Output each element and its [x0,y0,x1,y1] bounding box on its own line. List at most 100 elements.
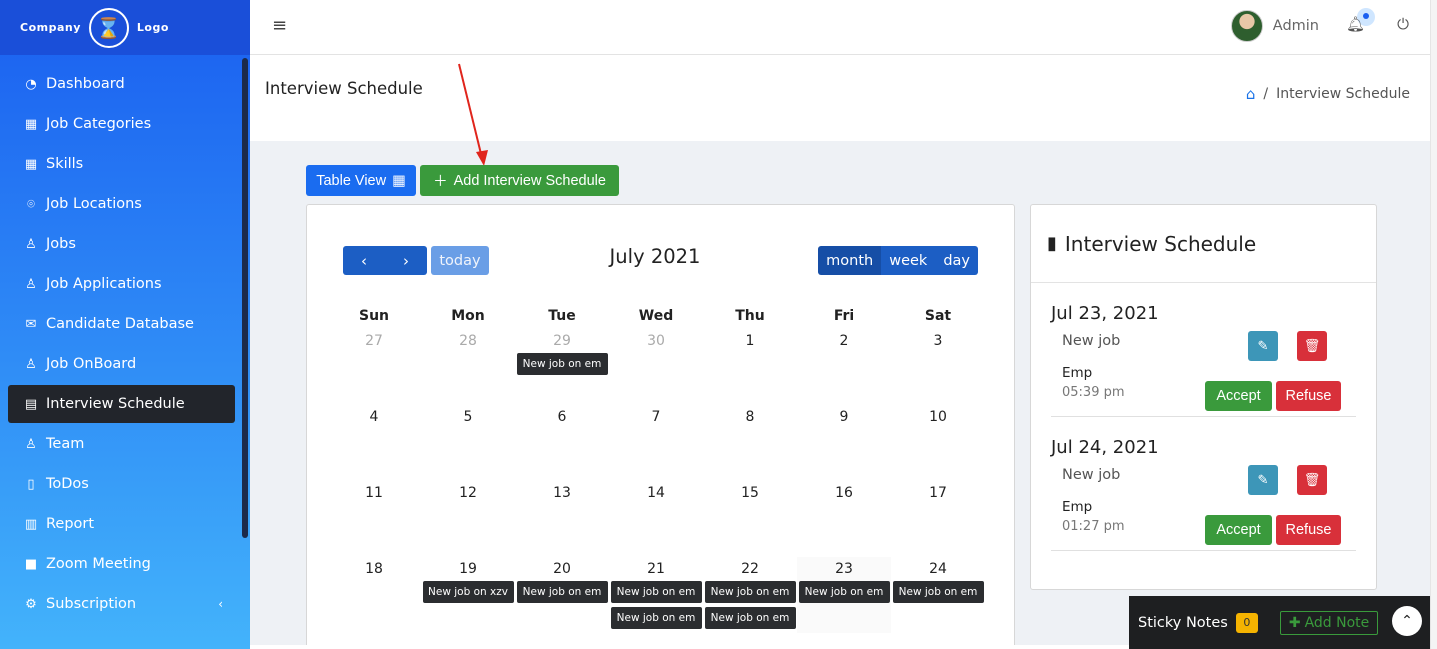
sidebar-item-jobs[interactable]: ♙ Jobs [8,225,235,263]
calendar-card: ‹ › today July 2021 month week day Sun Mo… [306,204,1015,649]
accept-button[interactable]: Accept [1205,381,1272,411]
calendar-event[interactable]: New job on em [516,353,608,375]
accept-button[interactable]: Accept [1205,515,1272,545]
sidebar-item-job-locations[interactable]: ⌾ Job Locations [8,185,235,223]
add-interview-schedule-button[interactable]: ＋ Add Interview Schedule [420,165,619,196]
sidebar-item-team[interactable]: ♙ Team [8,425,235,463]
add-note-button[interactable]: ✚ Add Note [1279,610,1379,635]
sidebar-item-report[interactable]: ▥ Report [8,505,235,543]
day-number: 11 [365,485,383,501]
calendar-day-cell[interactable]: 7 [609,405,703,481]
calendar-event[interactable]: New job on em [610,607,702,629]
grid-icon: ▦ [24,116,38,132]
table-view-button[interactable]: Table View ▦ [306,165,416,196]
calendar-event[interactable]: New job on em [892,581,984,603]
trash-icon: 🗑︎ [1303,338,1321,353]
calendar-day-cell[interactable]: 19 New job on xzv [421,557,515,633]
sidebar-item-job-categories[interactable]: ▦ Job Categories [8,105,235,143]
view-week-button[interactable]: week [881,246,936,275]
sidebar-scrollbar[interactable] [242,58,248,538]
calendar-day-cell[interactable]: 13 [515,481,609,557]
calendar-day-cell[interactable]: 6 [515,405,609,481]
calendar-day-cell[interactable]: 17 [891,481,985,557]
delete-button[interactable]: 🗑︎ [1297,465,1327,495]
calendar-day-cell[interactable]: 30 [609,329,703,405]
calendar-day-cell[interactable]: 15 [703,481,797,557]
annotation-arrow [458,63,488,166]
user-menu[interactable]: Admin [1230,10,1319,42]
sidebar-item-zoom-meeting[interactable]: ■ Zoom Meeting [8,545,235,583]
calendar-day-cell[interactable]: 14 [609,481,703,557]
sidebar-item-job-onboard[interactable]: ♙ Job OnBoard [8,345,235,383]
view-month-button[interactable]: month [818,246,882,275]
sidebar-item-job-applications[interactable]: ♙ Job Applications [8,265,235,303]
calendar-event[interactable]: New job on em [704,607,796,629]
calendar-day-cell[interactable]: 9 [797,405,891,481]
plus-icon: ＋ [433,174,448,190]
breadcrumb: ⌂ / Interview Schedule [1246,85,1410,103]
edit-button[interactable]: ✎ [1248,465,1278,495]
calendar-event[interactable]: New job on em [704,581,796,603]
calendar-day-cell[interactable]: 10 [891,405,985,481]
calendar-day-cell[interactable]: 22 New job on em New job on em [703,557,797,633]
refuse-button[interactable]: Refuse [1276,381,1341,411]
day-number: 10 [929,409,947,425]
calendar-week-row: 11 12 13 14 15 16 17 [327,481,985,557]
calendar-day-cell[interactable]: 16 [797,481,891,557]
scroll-up-icon[interactable]: ⌃ [1392,606,1422,636]
calendar-day-cell[interactable]: 20 New job on em [515,557,609,633]
day-number: 29 [553,333,571,349]
calendar-day-cell[interactable]: 24 New job on em [891,557,985,633]
calendar-event[interactable]: New job on em [516,581,608,603]
calendar-weeks: 27 28 29 New job on em 30 1 2 3 4 5 6 7 8 9 10 11 12 13 14… [327,329,985,633]
schedule-list: Jul 23, 2021 New job Emp 05:39 pm ✎ 🗑︎ Accept R… [1031,283,1376,551]
window-scrollbar[interactable] [1430,0,1437,649]
calendar-event[interactable]: New job on em [610,581,702,603]
day-number: 23 [835,561,853,577]
sidebar-item-todos[interactable]: ▯ ToDos [8,465,235,503]
menu-toggle-icon[interactable]: ≡ [272,15,287,36]
refuse-button[interactable]: Refuse [1276,515,1341,545]
footer-strip [250,645,1129,649]
calendar-day-cell[interactable]: 4 [327,405,421,481]
calendar-day-cell[interactable]: 23 New job on em [797,557,891,633]
delete-button[interactable]: 🗑︎ [1297,331,1327,361]
calendar-event[interactable]: New job on xzv [422,581,514,603]
calendar-day-cell[interactable]: 8 [703,405,797,481]
document-icon: ▮ [1047,233,1057,254]
calendar-day-cell[interactable]: 27 [327,329,421,405]
calendar-event[interactable]: New job on em [798,581,890,603]
sidebar-item-subscription[interactable]: ⚙ Subscription ‹ [8,585,235,623]
user-icon: ♙ [25,356,37,372]
calendar-day-cell[interactable]: 29 New job on em [515,329,609,405]
calendar-day-cell[interactable]: 18 [327,557,421,633]
power-icon[interactable]: ⏻ [1397,15,1409,33]
sidebar-item-interview-schedule[interactable]: ▤ Interview Schedule [8,385,235,423]
calendar-day-cell[interactable]: 11 [327,481,421,557]
bell-icon[interactable]: 🔔︎ [1346,15,1365,33]
day-number: 24 [929,561,947,577]
calendar-week-row: 4 5 6 7 8 9 10 [327,405,985,481]
weekday-label: Fri [833,308,855,324]
sidebar-item-label: Jobs [46,236,76,252]
map-pin-icon: ⌾ [27,196,35,212]
calendar-day-cell[interactable]: 2 [797,329,891,405]
calendar-day-cell[interactable]: 3 [891,329,985,405]
sidebar-item-skills[interactable]: ▦ Skills [8,145,235,183]
pencil-icon: ✎ [1257,338,1269,353]
day-number: 14 [647,485,665,501]
calendar-day-cell[interactable]: 28 [421,329,515,405]
company-logo[interactable]: Company ⌛ Logo [0,0,250,55]
sidebar-item-candidate-database[interactable]: ✉ Candidate Database [8,305,235,343]
calendar-day-cell[interactable]: 12 [421,481,515,557]
home-icon[interactable]: ⌂ [1246,85,1256,103]
edit-button[interactable]: ✎ [1248,331,1278,361]
sticky-notes-label: Sticky Notes [1138,614,1228,631]
breadcrumb-separator: / [1263,86,1269,102]
weekday-label: Thu [735,308,765,324]
calendar-day-cell[interactable]: 21 New job on em New job on em [609,557,703,633]
sidebar-item-dashboard[interactable]: ◔ Dashboard [8,65,235,103]
calendar-day-cell[interactable]: 1 [703,329,797,405]
calendar-day-cell[interactable]: 5 [421,405,515,481]
view-day-button[interactable]: day [935,246,978,275]
